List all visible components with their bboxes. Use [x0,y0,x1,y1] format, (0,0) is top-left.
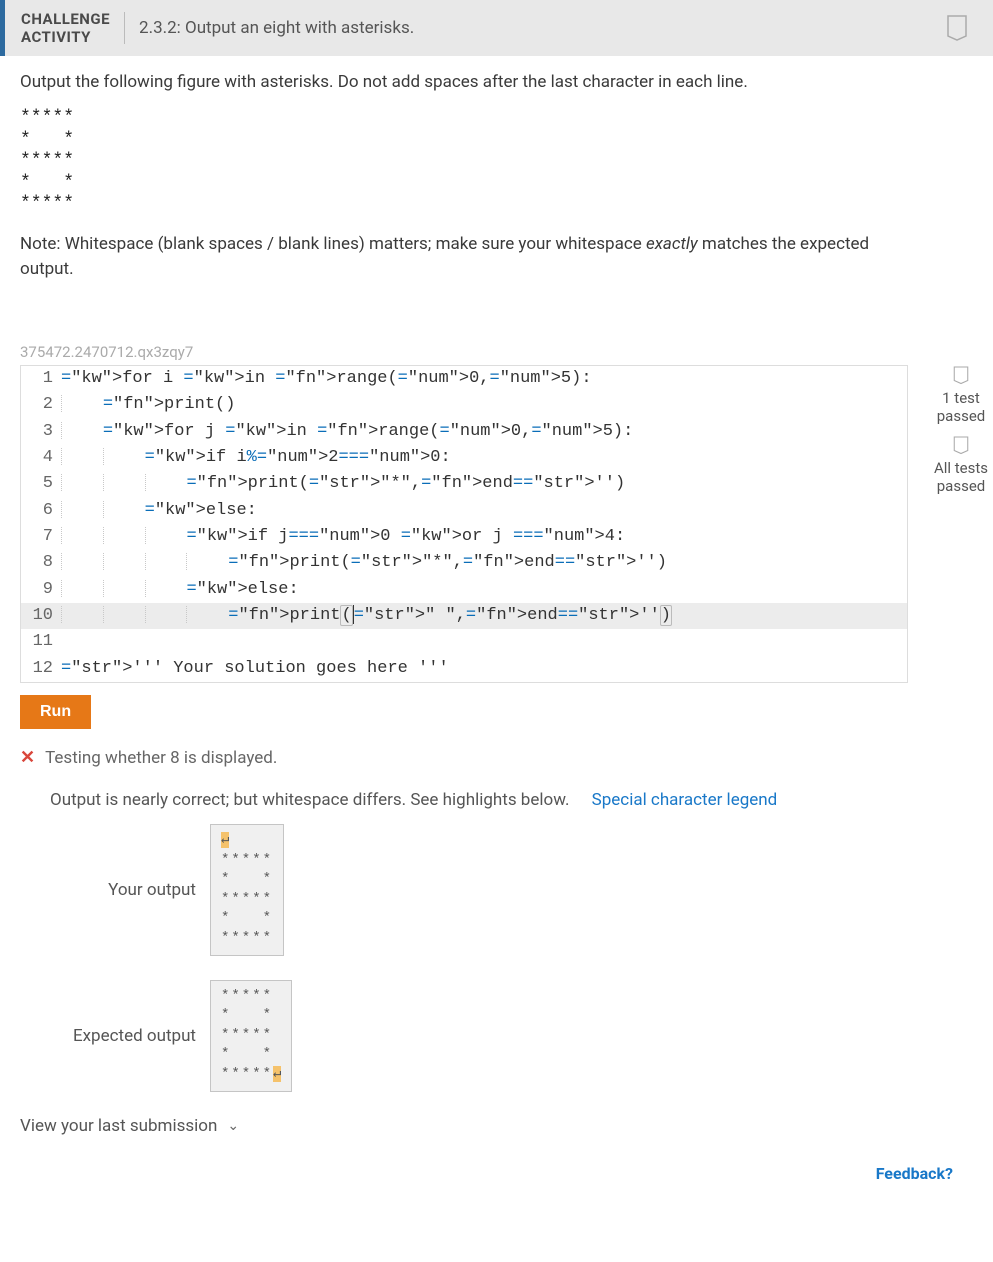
test-result-msg: Testing whether 8 is displayed. [45,748,277,768]
expected-output-box: ***** * * ***** * * *****↵ [210,980,292,1092]
code-line[interactable]: 12="str">''' Your solution goes here ''' [21,656,907,682]
expected-output-row: Expected output ***** * * ***** * * ****… [50,980,920,1092]
code-line[interactable]: 7 ="kw">if j==="num">0 ="kw">or j ==="nu… [21,524,907,550]
badge-icon [952,435,970,457]
code-line[interactable]: 4 ="kw">if i%="num">2==="num">0: [21,445,907,471]
challenge-header: CHALLENGE ACTIVITY 2.3.2: Output an eigh… [0,0,993,56]
code-content[interactable]: ="kw">if j==="num">0 ="kw">or j ==="num"… [61,524,907,550]
line-number: 2 [21,392,61,418]
line-number: 3 [21,419,61,445]
line-number: 12 [21,656,61,682]
special-char-legend-link[interactable]: Special character legend [592,790,778,810]
code-content[interactable]: ="kw">for j ="kw">in ="fn">range(="num">… [61,419,907,445]
code-line[interactable]: 11 [21,629,907,655]
code-editor[interactable]: 1="kw">for i ="kw">in ="fn">range(="num"… [20,365,908,683]
line-number: 6 [21,498,61,524]
code-content[interactable]: ="fn">print(="str">"*",="fn">end=="str">… [61,550,907,576]
line-number: 4 [21,445,61,471]
code-content[interactable] [61,629,907,655]
line-number: 9 [21,577,61,603]
chevron-down-icon: ⌄ [227,1118,239,1134]
code-content[interactable]: ="fn">print(="str">" ",="fn">end=="str">… [61,603,907,629]
code-line[interactable]: 3 ="kw">for j ="kw">in ="fn">range(="num… [21,419,907,445]
line-number: 8 [21,550,61,576]
divider [124,12,125,44]
line-number: 1 [21,366,61,392]
editor-wrap: 1="kw">for i ="kw">in ="fn">range(="num"… [20,365,920,683]
hash-id: 375472.2470712.qx3zqy7 [20,343,920,361]
last-submission-label: View your last submission [20,1116,217,1136]
output-comparison: Your output ↵ ***** * * ***** * * ***** … [50,824,920,1092]
code-content[interactable]: ="kw">if i%="num">2==="num">0: [61,445,907,471]
code-line[interactable]: 6 ="kw">else: [21,498,907,524]
your-output-box: ↵ ***** * * ***** * * ***** [210,824,284,956]
code-line[interactable]: 5 ="fn">print(="str">"*",="fn">end=="str… [21,471,907,497]
challenge-label: CHALLENGE ACTIVITY [21,10,110,46]
badge-icon [952,365,970,387]
line-number: 5 [21,471,61,497]
expected-output-body: ***** * * ***** * * ***** [221,988,273,1082]
view-last-submission[interactable]: View your last submission ⌄ [20,1116,920,1136]
badge-1-test: 1 test passed [930,389,992,425]
code-line[interactable]: 9 ="kw">else: [21,577,907,603]
code-content[interactable]: ="kw">for i ="kw">in ="fn">range(="num">… [61,366,907,392]
challenge-label-line1: CHALLENGE [21,10,110,28]
code-line[interactable]: 8 ="fn">print(="str">"*",="fn">end=="str… [21,550,907,576]
figure-ascii: ***** * * ***** * * ***** [20,108,920,216]
note-prefix: Note: Whitespace (blank spaces / blank l… [20,234,646,254]
code-content[interactable]: ="kw">else: [61,577,907,603]
code-content[interactable]: ="kw">else: [61,498,907,524]
feedback-link[interactable]: Feedback? [20,1164,973,1183]
note-emphasis: exactly [646,234,698,254]
run-button[interactable]: Run [20,695,91,729]
side-badges: 1 test passed All tests passed [930,365,992,505]
challenge-label-line2: ACTIVITY [21,28,110,46]
code-content[interactable]: ="str">''' Your solution goes here ''' [61,656,907,682]
code-line[interactable]: 10 ="fn">print(="str">" ",="fn">end=="st… [21,603,907,629]
diff-message: Output is nearly correct; but whitespace… [50,790,569,810]
code-content[interactable]: ="fn">print(="str">"*",="fn">end=="str">… [61,471,907,497]
line-number: 10 [21,603,61,629]
your-output-body: ***** * * ***** * * ***** [221,852,273,946]
fail-icon: ✕ [20,747,35,768]
code-content[interactable]: ="fn">print() [61,392,907,418]
instructions: Output the following figure with asteris… [20,72,920,92]
line-number: 7 [21,524,61,550]
your-output-row: Your output ↵ ***** * * ***** * * ***** [50,824,920,956]
code-line[interactable]: 1="kw">for i ="kw">in ="fn">range(="num"… [21,366,907,392]
highlight-newline: ↵ [273,1066,281,1082]
code-line[interactable]: 2 ="fn">print() [21,392,907,418]
your-output-label: Your output [50,880,210,900]
highlight-newline: ↵ [221,832,229,848]
badge-all-tests: All tests passed [930,459,992,495]
bookmark-icon[interactable] [945,14,969,46]
test-result-row: ✕ Testing whether 8 is displayed. [20,747,920,768]
expected-output-label: Expected output [50,1026,210,1046]
note: Note: Whitespace (blank spaces / blank l… [20,232,920,283]
activity-title: 2.3.2: Output an eight with asterisks. [139,18,414,38]
diff-message-row: Output is nearly correct; but whitespace… [50,790,920,810]
line-number: 11 [21,629,61,655]
